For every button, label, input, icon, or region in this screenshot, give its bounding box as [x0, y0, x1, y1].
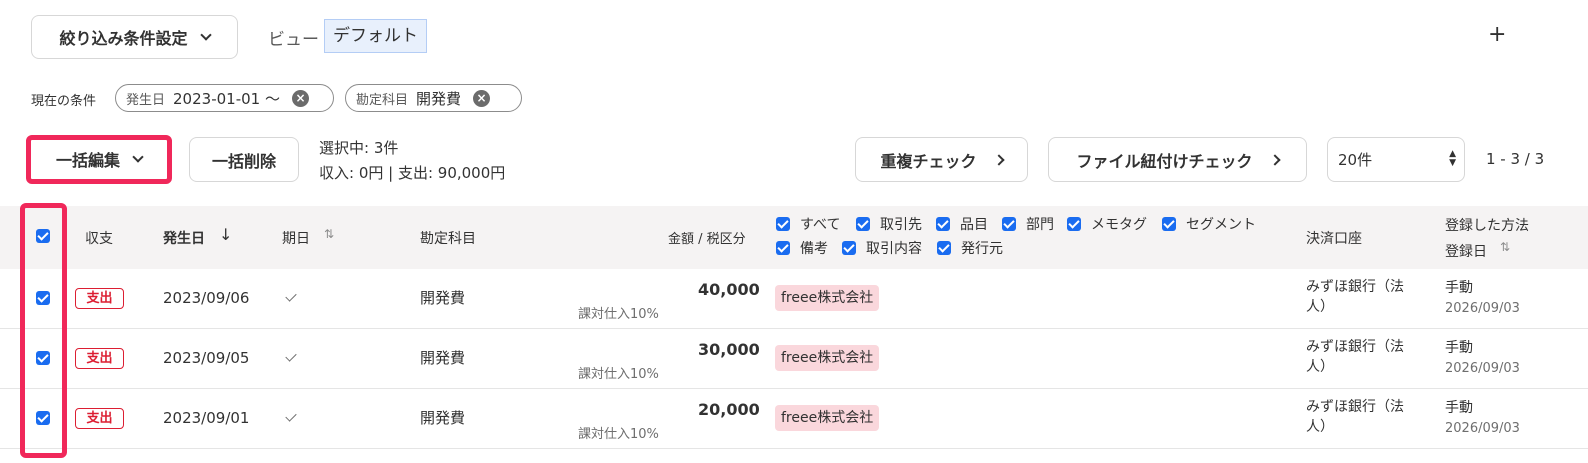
- chip-value: 開発費: [416, 89, 462, 108]
- expense-badge: 支出: [75, 408, 124, 429]
- selection-count: 選択中: 3件: [319, 139, 399, 157]
- chevron-right-icon: [992, 153, 1005, 166]
- row-method: 手動: [1445, 340, 1473, 356]
- row-payment: みずほ銀行（法人）: [1306, 279, 1404, 315]
- checkbox[interactable]: [1002, 217, 1016, 231]
- row-payment: みずほ銀行（法人）: [1306, 339, 1404, 375]
- condition-chip-account: 勘定科目 開発費 ×: [345, 84, 522, 112]
- duplicate-check-label: 重複チェック: [880, 151, 977, 171]
- row-account: 開発費: [420, 349, 466, 367]
- header-reg-date[interactable]: 登録日: [1445, 241, 1487, 261]
- row-tax: 課対仕入10%: [578, 367, 659, 382]
- row-reg-date: 2026/09/03: [1445, 301, 1520, 316]
- header-date[interactable]: 発生日: [163, 228, 205, 248]
- close-icon[interactable]: ×: [473, 89, 491, 107]
- per-page-value: 20件: [1338, 151, 1373, 169]
- column-toggle-memo-tag[interactable]: メモタグ: [1067, 214, 1147, 234]
- add-icon[interactable]: +: [1488, 22, 1506, 47]
- row-method: 手動: [1445, 280, 1473, 296]
- filter-settings-label: 絞り込み条件設定: [59, 29, 188, 48]
- checkbox[interactable]: [936, 217, 950, 231]
- expense-badge: 支出: [75, 288, 124, 309]
- chip-value: 2023-01-01 〜: [173, 89, 280, 108]
- row-payment: みずほ銀行（法人）: [1306, 399, 1404, 435]
- column-toggle-department[interactable]: 部門: [1002, 214, 1054, 234]
- chevron-right-icon: [1268, 153, 1281, 166]
- bulk-edit-highlight: [26, 135, 172, 184]
- row-tax: 課対仕入10%: [578, 427, 659, 442]
- row-date: 2023/09/05: [163, 349, 250, 367]
- row-account: 開発費: [420, 409, 466, 427]
- row-account: 開発費: [420, 289, 466, 307]
- partner-tag: freee株式会社: [775, 285, 880, 311]
- header-method: 登録した方法: [1445, 218, 1529, 234]
- view-selector[interactable]: デフォルト: [324, 19, 427, 53]
- condition-chip-date: 発生日 2023-01-01 〜 ×: [115, 84, 334, 112]
- select-arrows-icon: ▲ ▼: [1449, 149, 1456, 168]
- per-page-select[interactable]: 20件 ▲ ▼: [1327, 137, 1465, 182]
- partner-tag: freee株式会社: [775, 405, 880, 431]
- column-toggle-partner[interactable]: 取引先: [856, 214, 922, 234]
- close-icon[interactable]: ×: [291, 89, 309, 107]
- sort-icon[interactable]: ⇅: [324, 227, 334, 241]
- bulk-delete-button[interactable]: 一括削除: [189, 137, 299, 182]
- row-amount: 20,000: [698, 400, 760, 419]
- row-date: 2023/09/01: [163, 409, 250, 427]
- checkbox-column-highlight: [20, 203, 67, 458]
- pagination-info: 1 - 3 / 3: [1486, 150, 1545, 168]
- column-toggle-description[interactable]: 取引内容: [842, 238, 922, 258]
- current-conditions-label: 現在の条件: [31, 94, 97, 109]
- header-type: 収支: [85, 231, 113, 247]
- checkbox[interactable]: [776, 241, 790, 255]
- row-amount: 40,000: [698, 280, 760, 299]
- header-amount: 金額 / 税区分: [668, 232, 746, 247]
- row-date: 2023/09/06: [163, 289, 250, 307]
- header-payment: 決済口座: [1306, 231, 1362, 247]
- row-amount: 30,000: [698, 340, 760, 359]
- filter-settings-button[interactable]: 絞り込み条件設定: [31, 15, 238, 59]
- expense-badge: 支出: [75, 348, 124, 369]
- column-toggle-item[interactable]: 品目: [936, 214, 988, 234]
- duplicate-check-button[interactable]: 重複チェック: [855, 137, 1028, 182]
- row-method: 手動: [1445, 400, 1473, 416]
- checkbox[interactable]: [937, 241, 951, 255]
- header-account: 勘定科目: [420, 231, 476, 247]
- bulk-delete-label: 一括削除: [211, 151, 276, 171]
- checkbox[interactable]: [776, 217, 790, 231]
- checkbox[interactable]: [856, 217, 870, 231]
- chevron-down-icon: [199, 28, 212, 41]
- row-tax: 課対仕入10%: [578, 307, 659, 322]
- sort-icon[interactable]: ⇅: [1500, 240, 1510, 254]
- checkbox[interactable]: [1162, 217, 1176, 231]
- checkbox[interactable]: [842, 241, 856, 255]
- column-toggle-issuer[interactable]: 発行元: [937, 238, 1003, 258]
- view-label: ビュー: [268, 30, 319, 50]
- sort-down-icon[interactable]: ↓: [219, 225, 232, 244]
- chip-label: 勘定科目: [356, 92, 409, 108]
- column-toggle-notes[interactable]: 備考: [776, 238, 828, 258]
- file-link-check-label: ファイル紐付けチェック: [1076, 151, 1253, 171]
- partner-tag: freee株式会社: [775, 345, 880, 371]
- file-link-check-button[interactable]: ファイル紐付けチェック: [1048, 137, 1307, 182]
- checkbox[interactable]: [1067, 217, 1081, 231]
- chip-label: 発生日: [126, 92, 166, 108]
- row-reg-date: 2026/09/03: [1445, 361, 1520, 376]
- column-toggle-all[interactable]: すべて: [776, 214, 840, 234]
- column-toggle-segment[interactable]: セグメント: [1162, 214, 1256, 234]
- row-reg-date: 2026/09/03: [1445, 421, 1520, 436]
- selection-summary: 収入: 0円 | 支出: 90,000円: [319, 164, 506, 182]
- header-due[interactable]: 期日: [282, 228, 310, 248]
